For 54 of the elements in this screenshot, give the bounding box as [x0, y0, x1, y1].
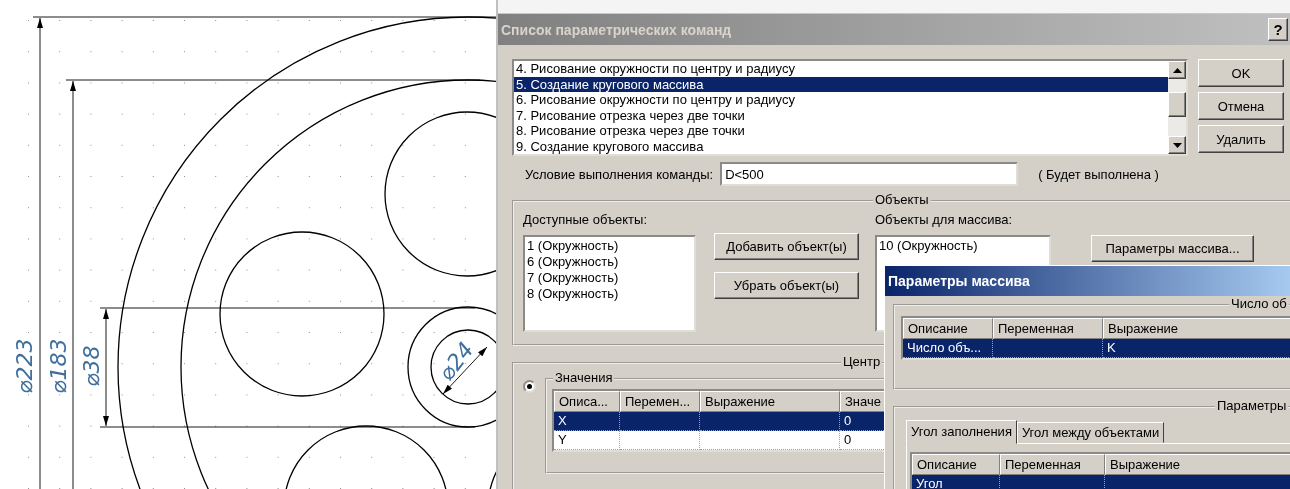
scrollbar[interactable] — [1168, 61, 1186, 154]
window-title: Параметры массива — [888, 273, 1030, 289]
ok-button[interactable]: OK — [1198, 59, 1284, 87]
list-item[interactable]: 10 (Окружность) — [879, 238, 1047, 254]
down-arrow-icon — [1172, 142, 1182, 148]
add-objects-button[interactable]: Добавить объект(ы) — [714, 233, 859, 260]
list-item[interactable]: 6. Рисование окружности по центру и радиусу — [514, 92, 1168, 108]
radio-button[interactable] — [523, 380, 536, 393]
table-row[interactable]: Угол — [912, 475, 1290, 489]
column-header[interactable]: Выражение — [700, 391, 840, 412]
list-label: Объекты для массива: — [875, 212, 1014, 228]
table-cell: Y — [554, 431, 620, 450]
table-row[interactable]: Число объ... K — [903, 339, 1290, 358]
list-label: Доступные объекты: — [523, 212, 649, 228]
list-item[interactable]: 4. Рисование окружности по центру и радиусу — [514, 61, 1168, 77]
column-header[interactable]: Переменная — [993, 318, 1103, 339]
list-item[interactable]: 7. Рисование отрезка через две точки — [514, 107, 1168, 123]
scroll-up-button[interactable] — [1168, 61, 1186, 79]
list-item[interactable]: 1 (Окружность) — [527, 238, 692, 254]
list-item[interactable]: 6 (Окружность) — [527, 254, 692, 270]
list-item[interactable]: 7 (Окружность) — [527, 270, 692, 286]
scroll-down-button[interactable] — [1168, 136, 1186, 154]
tab[interactable]: Угол между объектами — [1016, 422, 1165, 443]
group-title: Центр — [841, 354, 883, 370]
delete-button[interactable]: Удалить — [1198, 125, 1284, 153]
condition-field[interactable]: D<500 — [720, 162, 1019, 186]
scroll-thumb[interactable] — [1168, 92, 1186, 117]
column-header[interactable]: Выражение — [1105, 454, 1290, 475]
condition-status: ( Будет выполнена ) — [1038, 166, 1159, 182]
column-header[interactable]: Описание — [912, 454, 1000, 475]
column-header[interactable]: Описа... — [554, 391, 620, 412]
help-button[interactable]: ? — [1268, 18, 1288, 41]
list-item[interactable]: 8 (Окружность) — [527, 286, 692, 302]
table-cell: K — [1103, 339, 1290, 358]
list-item[interactable]: 8. Рисование отрезка через две точки — [514, 123, 1168, 139]
up-arrow-icon — [1172, 67, 1182, 73]
column-header[interactable]: Переменная — [1000, 454, 1105, 475]
table-cell: Угол — [912, 475, 1000, 489]
command-list[interactable] — [512, 59, 1188, 156]
cancel-button[interactable]: Отмена — [1198, 92, 1284, 120]
object-list[interactable]: 1 (Окружность) 6 (Окружность) 7 (Окружность) 8 (Окружность) — [523, 235, 696, 332]
group-title: Параметры — [1215, 398, 1289, 414]
list-item[interactable]: 9. Создание кругового массива — [514, 138, 1168, 154]
list-item[interactable]: 5. Создание кругового массива — [514, 76, 1168, 92]
table-cell: Число объ... — [903, 339, 993, 358]
condition-label: Условие выполнения команды: — [525, 166, 714, 182]
window-title: Список параметрических команд — [501, 21, 732, 38]
column-header[interactable]: Перемен... — [620, 391, 700, 412]
column-header[interactable]: Описание — [903, 318, 993, 339]
tab[interactable]: Угол заполнения — [906, 420, 1017, 444]
column-header[interactable]: Выражение — [1103, 318, 1290, 339]
table-cell: X — [554, 412, 620, 431]
array-parameters-button[interactable]: Параметры массива... — [1091, 235, 1254, 262]
remove-objects-button[interactable]: Убрать объект(ы) — [714, 272, 859, 299]
